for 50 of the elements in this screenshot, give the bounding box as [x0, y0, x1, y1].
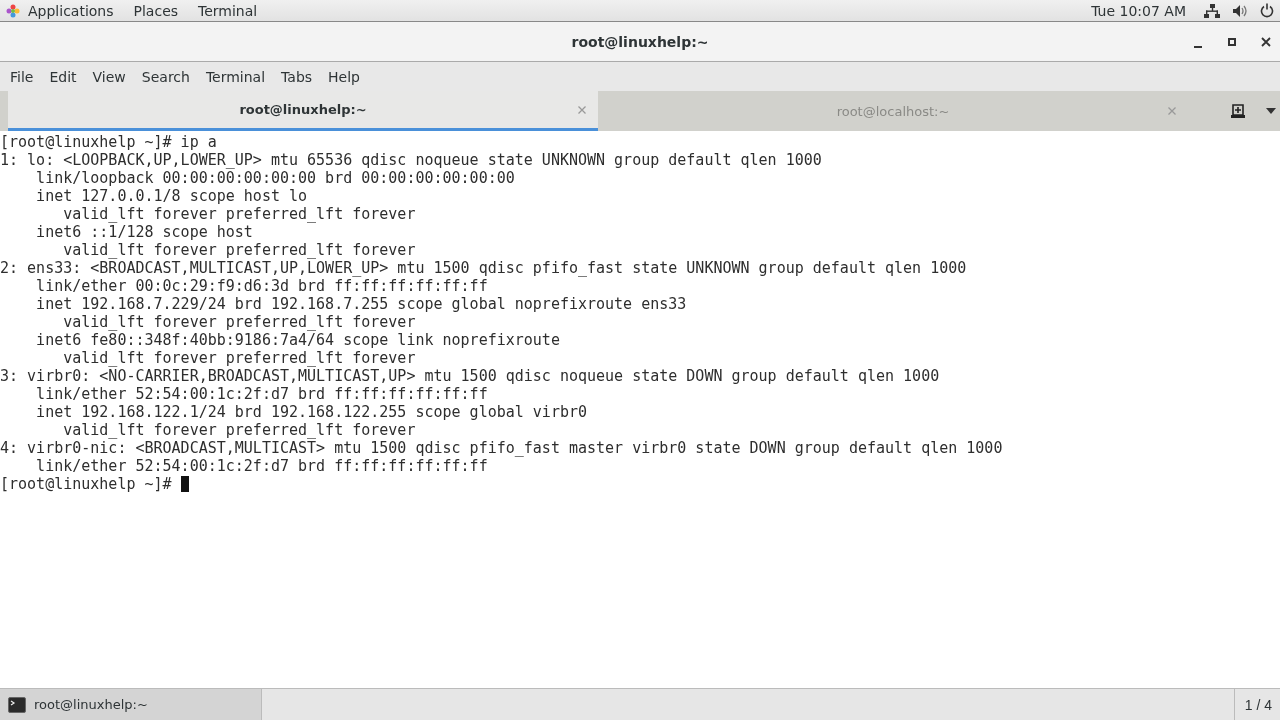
terminal-line: valid_lft forever preferred_lft forever — [62, 205, 416, 223]
new-tab-button[interactable] — [1230, 103, 1246, 119]
terminal-line: inet 192.168.7.229/24 brd 192.168.7.255 scope global noprefixroute ens33 — [35, 295, 687, 313]
flower-logo-icon[interactable] — [6, 3, 20, 18]
new-tab-icon — [1230, 103, 1246, 119]
tab-label: root@linuxhelp:~ — [239, 102, 367, 117]
terminal-line: inet6 ::1/128 scope host — [35, 223, 253, 241]
clock[interactable]: Tue 10:07 AM — [1091, 2, 1186, 19]
terminal-line: inet6 fe80::348f:40bb:9186:7a4/64 scope link noprefixroute — [35, 331, 560, 349]
terminal-line: 4: virbr0-nic: <BROADCAST,MULTICAST> mtu 1500 qdisc pfifo_fast master virbr0 state DOWN group default qlen 1000 — [0, 439, 1003, 457]
panel-menu[interactable]: Places — [125, 2, 191, 19]
terminal-line: valid_lft forever preferred_lft forever — [62, 313, 416, 331]
terminal-line: valid_lft forever preferred_lft forever — [62, 241, 416, 259]
tab-menu-button[interactable] — [1266, 108, 1276, 114]
minimize-icon — [1194, 45, 1202, 48]
menu-item[interactable]: Terminal — [197, 68, 274, 85]
terminal-line: 2: ens33: <BROADCAST,MULTICAST,UP,LOWER_UP> mtu 1500 qdisc pfifo_fast state UNKNOWN group default qlen 1000 — [0, 259, 967, 277]
tab-label: root@localhost:~ — [836, 103, 950, 119]
terminal-line: [root@linuxhelp ~]# ip a — [0, 133, 217, 151]
taskbar-window-button[interactable]: root@linuxhelp:~ — [0, 689, 262, 720]
caret-icon — [1266, 108, 1276, 114]
terminal-line: 1: lo: <LOOPBACK,UP,LOWER_UP> mtu 65536 qdisc noqueue state UNKNOWN group default qlen 1000 — [0, 151, 822, 169]
terminal-prompt: [root@linuxhelp ~]# — [0, 475, 172, 493]
network-icon[interactable] — [1204, 3, 1220, 18]
terminal-line: valid_lft forever preferred_lft forever — [62, 421, 416, 439]
volume-icon[interactable] — [1232, 3, 1248, 18]
menu-item[interactable]: Edit — [41, 68, 85, 85]
menu-item[interactable]: Help — [320, 68, 368, 85]
panel-menu[interactable]: Terminal — [190, 2, 270, 19]
workspace-indicator[interactable]: 1 / 4 — [1233, 689, 1280, 720]
terminal-line: inet 127.0.0.1/8 scope host lo — [35, 187, 308, 205]
terminal-line: link/loopback 00:00:00:00:00:00 brd 00:00:00:00:00:00 — [35, 169, 515, 187]
window-title: root@linuxhelp:~ — [571, 33, 709, 50]
menu-item[interactable]: Search — [133, 68, 198, 85]
terminal-line: link/ether 52:54:00:1c:2f:d7 brd ff:ff:ff:ff:ff:ff — [35, 457, 488, 475]
text-cursor — [180, 476, 189, 492]
terminal-icon — [8, 696, 26, 713]
close-icon — [1261, 36, 1271, 47]
menu-item[interactable]: Tabs — [273, 68, 321, 85]
menu-item[interactable]: View — [84, 68, 134, 85]
maximize-icon — [1228, 37, 1236, 46]
panel-menu[interactable]: Applications — [20, 2, 126, 19]
terminal-line: valid_lft forever preferred_lft forever — [62, 349, 416, 367]
menu-item[interactable]: File — [2, 68, 42, 85]
terminal-line: link/ether 00:0c:29:f9:d6:3d brd ff:ff:ff:ff:ff:ff — [35, 277, 488, 295]
terminal-line: link/ether 52:54:00:1c:2f:d7 brd ff:ff:ff:ff:ff:ff — [35, 385, 488, 403]
terminal-line: 3: virbr0: <NO-CARRIER,BROADCAST,MULTICAST,UP> mtu 1500 qdisc noqueue state DOWN group default qlen 1000 — [0, 367, 940, 385]
power-icon[interactable] — [1260, 3, 1274, 18]
tab[interactable]: root@linuxhelp:~ — [8, 91, 598, 131]
terminal-line: inet 192.168.122.1/24 brd 192.168.122.255 scope global virbr0 — [35, 403, 587, 421]
